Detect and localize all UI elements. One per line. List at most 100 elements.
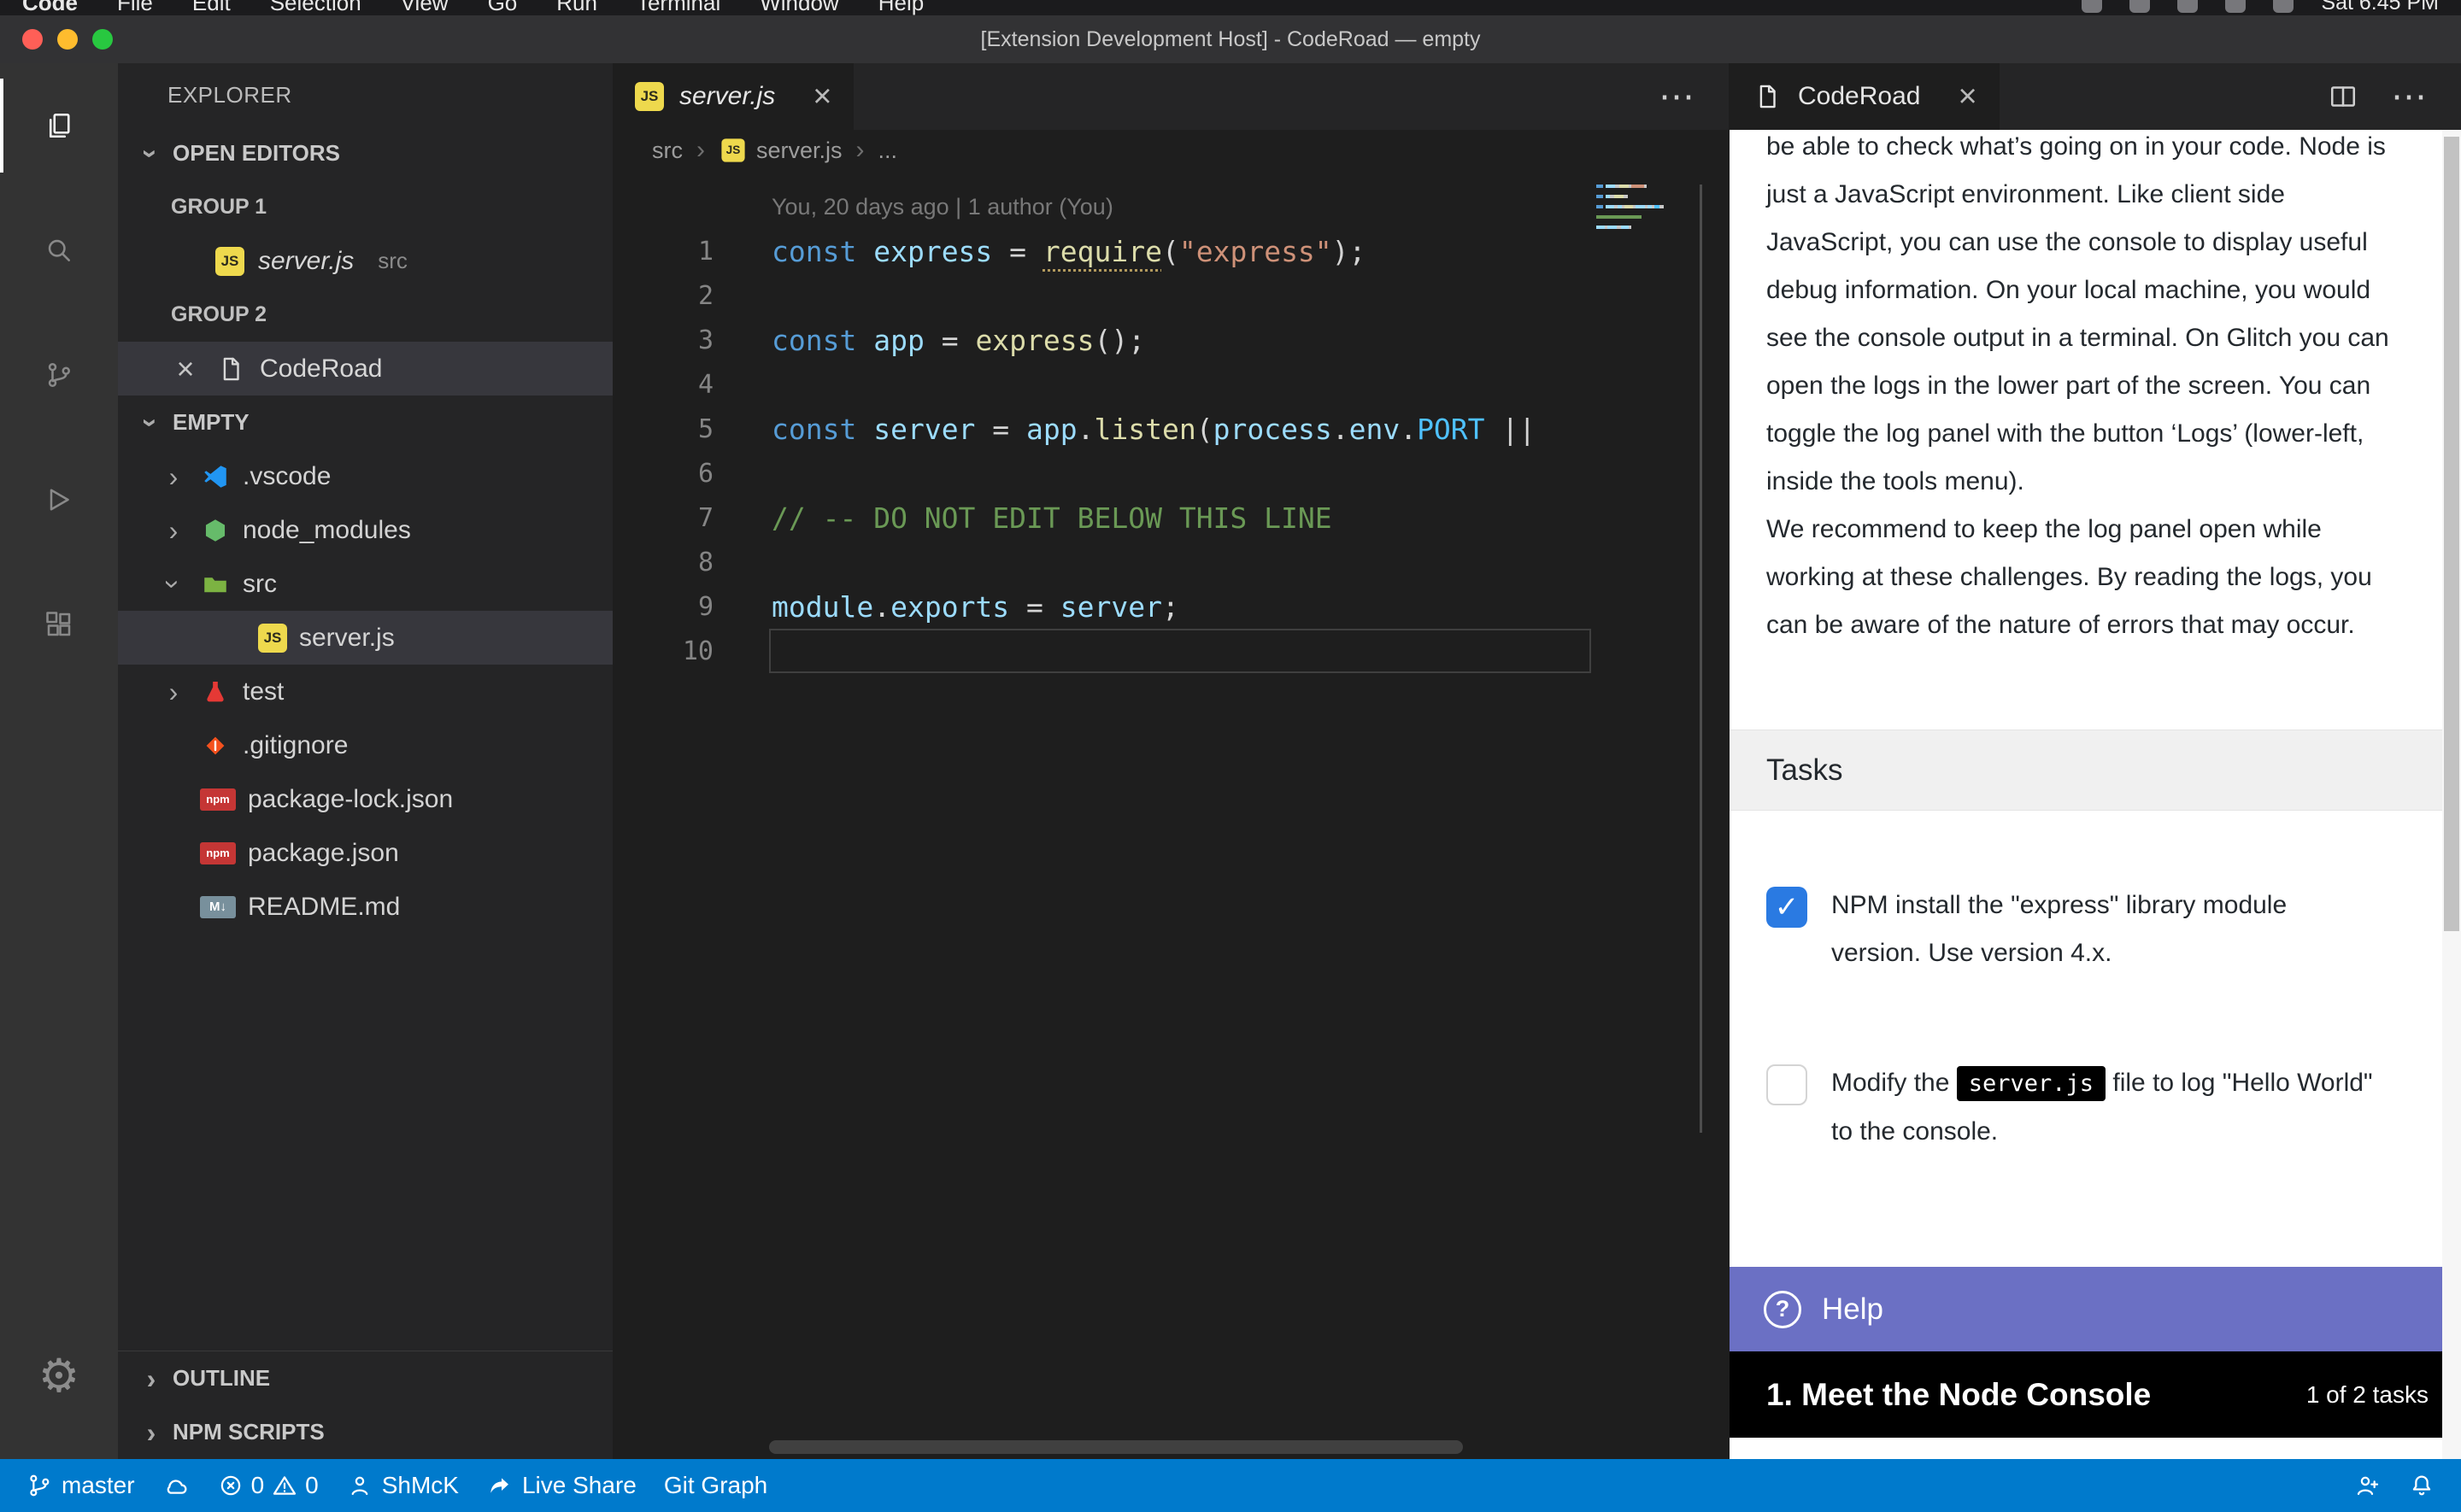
line-number[interactable]: 4 — [613, 370, 725, 400]
menu-code[interactable]: Code — [22, 0, 78, 15]
menubar-status-icon[interactable] — [2273, 0, 2294, 13]
minimize-window-button[interactable] — [57, 29, 78, 50]
chevron-down-icon[interactable]: › — [159, 570, 188, 599]
code-line-3[interactable]: 3const app = express(); — [613, 318, 1591, 362]
breadcrumb-item[interactable]: ... — [878, 138, 898, 164]
chevron-right-icon[interactable]: › — [159, 677, 188, 706]
chevron-right-icon[interactable]: › — [159, 462, 188, 491]
panel-scrollbar[interactable] — [2442, 130, 2461, 1459]
menu-terminal[interactable]: Terminal — [637, 0, 720, 15]
tree-item--gitignore[interactable]: .gitignore — [118, 718, 613, 772]
menu-file[interactable]: File — [117, 0, 153, 15]
activity-extensions[interactable] — [0, 562, 118, 687]
activity-explorer[interactable] — [0, 63, 118, 188]
status-bell[interactable] — [2394, 1459, 2449, 1512]
tree-item-package-json[interactable]: npmpackage.json — [118, 826, 613, 880]
status-person-add[interactable] — [2340, 1459, 2394, 1512]
tree-item-label: .vscode — [243, 462, 331, 491]
section-npm-scripts[interactable]: ›NPM SCRIPTS — [118, 1405, 613, 1459]
open-editor-coderoad[interactable]: ×CodeRoad — [118, 342, 613, 396]
split-editor-icon[interactable] — [2328, 81, 2358, 112]
menu-view[interactable]: View — [401, 0, 449, 15]
status-shmck[interactable]: ShMcK — [332, 1459, 473, 1512]
code-line-8[interactable]: 8 — [613, 540, 1591, 584]
section-outline[interactable]: › OUTLINE — [118, 1351, 613, 1405]
tab-label: server.js — [679, 82, 775, 111]
code-line-1[interactable]: 1const express = require("express"); — [613, 229, 1591, 273]
menubar-status-icon[interactable] — [2177, 0, 2198, 13]
task-checkbox-checked[interactable]: ✓ — [1766, 887, 1807, 928]
editor-more-actions-icon[interactable]: ⋯ — [1659, 79, 1696, 114]
chevron-down-icon[interactable]: › — [137, 139, 166, 168]
activity-run-and-debug[interactable] — [0, 437, 118, 562]
line-number[interactable]: 8 — [613, 548, 725, 577]
task-checkbox-unchecked[interactable] — [1766, 1064, 1807, 1105]
breadcrumb-label: src — [652, 138, 683, 164]
chevron-down-icon[interactable]: › — [137, 408, 166, 437]
line-number[interactable]: 6 — [613, 459, 725, 489]
chevron-right-icon[interactable]: › — [137, 1418, 166, 1447]
activity-source-control[interactable] — [0, 313, 118, 437]
close-editor-icon[interactable]: × — [169, 354, 202, 384]
minimap[interactable] — [1596, 185, 1675, 236]
code-line-7[interactable]: 7// -- DO NOT EDIT BELOW THIS LINE — [613, 495, 1591, 540]
tree-item--vscode[interactable]: › .vscode — [118, 449, 613, 503]
close-window-button[interactable] — [22, 29, 43, 50]
code-line-2[interactable]: 2 — [613, 273, 1591, 318]
editor-horizontal-scrollbar[interactable] — [769, 1440, 1463, 1454]
code-editor[interactable]: You, 20 days ago | 1 author (You)1const … — [613, 171, 1729, 1459]
section-label: OUTLINE — [173, 1365, 270, 1392]
close-tab-icon[interactable]: × — [1958, 80, 1976, 113]
tree-item-readme-md[interactable]: M↓README.md — [118, 880, 613, 934]
tree-item-test[interactable]: ›test — [118, 665, 613, 718]
line-number[interactable]: 10 — [613, 636, 725, 666]
tree-item-package-lock-json[interactable]: npmpackage-lock.json — [118, 772, 613, 826]
workspace-root-header[interactable]: ›EMPTY — [118, 396, 613, 449]
menubar-status-icon[interactable] — [2225, 0, 2246, 13]
menu-edit[interactable]: Edit — [192, 0, 231, 15]
code-line-6[interactable]: 6 — [613, 451, 1591, 495]
menu-window[interactable]: Window — [760, 0, 838, 15]
tree-item-server-js[interactable]: JSserver.js — [118, 611, 613, 665]
close-tab-icon[interactable]: × — [813, 80, 831, 113]
menu-run[interactable]: Run — [556, 0, 597, 15]
line-number[interactable]: 7 — [613, 503, 725, 533]
status-master[interactable]: master — [12, 1459, 149, 1512]
chevron-right-icon[interactable]: › — [137, 1364, 166, 1393]
menu-help[interactable]: Help — [878, 0, 924, 15]
status-git-graph[interactable]: Git Graph — [650, 1459, 781, 1512]
line-number[interactable]: 2 — [613, 281, 725, 311]
menubar-status-icon[interactable] — [2082, 0, 2102, 13]
line-number[interactable]: 3 — [613, 325, 725, 355]
activity-settings[interactable]: ⚙ — [0, 1314, 118, 1439]
zoom-window-button[interactable] — [92, 29, 113, 50]
line-number[interactable]: 5 — [613, 414, 725, 444]
breadcrumb-item[interactable]: JSserver.js — [719, 136, 843, 165]
code-line-9[interactable]: 9module.exports = server; — [613, 584, 1591, 629]
menu-selection[interactable]: Selection — [270, 0, 361, 15]
tree-item-src[interactable]: ›src — [118, 557, 613, 611]
breadcrumb-item[interactable]: src — [652, 138, 683, 164]
activity-search[interactable] — [0, 188, 118, 313]
panel-scrollbar-thumb[interactable] — [2444, 137, 2459, 931]
open-editors-header[interactable]: ›OPEN EDITORS — [118, 126, 613, 180]
line-number[interactable]: 9 — [613, 592, 725, 622]
status-icon[interactable] — [149, 1459, 203, 1512]
chevron-right-icon[interactable]: › — [159, 516, 188, 545]
panel-more-actions-icon[interactable]: ⋯ — [2391, 79, 2429, 114]
tab-server-js[interactable]: JSserver.js× — [613, 63, 854, 130]
code-line-10[interactable]: 10 — [613, 629, 1591, 673]
editor-vertical-scrollbar[interactable] — [1700, 185, 1702, 1133]
tree-item-node-modules[interactable]: ›node_modules — [118, 503, 613, 557]
status-problems[interactable]: 00 — [203, 1459, 332, 1512]
line-number[interactable]: 1 — [613, 237, 725, 267]
menubar-status-icon[interactable] — [2129, 0, 2150, 13]
window-titlebar[interactable]: [Extension Development Host] - CodeRoad … — [0, 15, 2461, 63]
code-line-4[interactable]: 4 — [613, 362, 1591, 407]
code-line-5[interactable]: 5const server = app.listen(process.env.P… — [613, 407, 1591, 451]
menu-go[interactable]: Go — [488, 0, 518, 15]
status-live-share[interactable]: Live Share — [473, 1459, 650, 1512]
tab-coderoad[interactable]: CodeRoad× — [1730, 63, 2000, 130]
open-editor-server-js[interactable]: JSserver.jssrc — [118, 234, 613, 288]
help-section-toggle[interactable]: ? Help — [1730, 1267, 2461, 1351]
